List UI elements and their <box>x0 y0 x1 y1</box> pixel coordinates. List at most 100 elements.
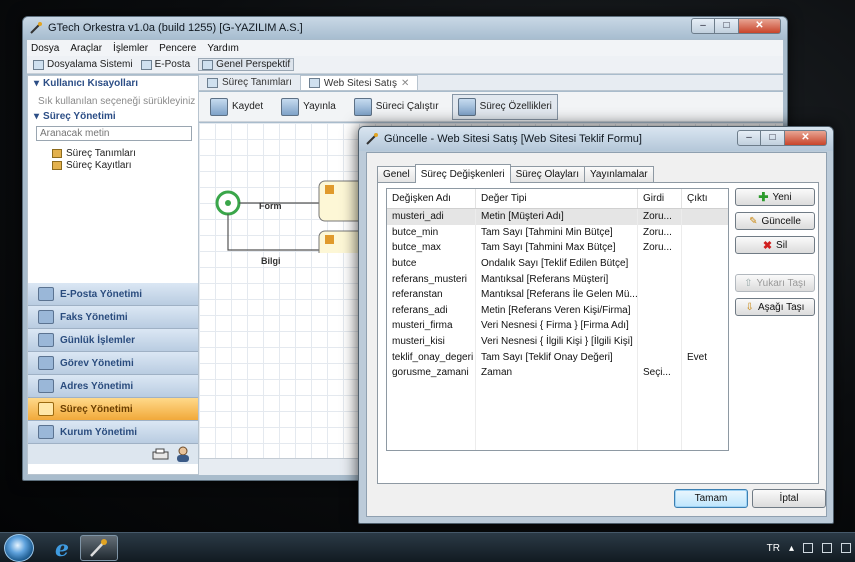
tab-process-variables[interactable]: Süreç Değişkenleri <box>414 164 511 183</box>
delete-button[interactable]: ✖ Sil <box>735 236 815 254</box>
minimize-button[interactable]: – <box>737 130 761 146</box>
process-variables-panel: Değişken Adı Değer Tipi Girdi Çıktı must… <box>377 182 819 484</box>
table-row[interactable]: referans_adi Metin [Referans Veren Kişi/F… <box>387 302 728 319</box>
volume-icon[interactable] <box>841 543 851 553</box>
cell-output <box>682 256 728 272</box>
cell-output <box>682 303 728 319</box>
nav-address[interactable]: Adres Yönetimi <box>28 375 198 398</box>
menu-islemler[interactable]: İşlemler <box>113 43 148 54</box>
new-button[interactable]: ✚ Yeni <box>735 188 815 206</box>
table-row[interactable]: musteri_kisi Veri Nesnesi { İlgili Kişi }… <box>387 333 728 350</box>
table-row[interactable]: butce_max Tam Sayı [Tahmini Max Bütçe] Zor… <box>387 240 728 256</box>
update-button[interactable]: ✎ Güncelle <box>735 212 815 230</box>
cell-input <box>638 286 682 303</box>
left-panel: ▾ Kullanıcı Kısayolları Sık kullanılan se… <box>27 75 199 475</box>
nav-label: Adres Yönetimi <box>60 380 134 392</box>
table-row[interactable]: butce_min Tam Sayı [Tahmini Min Bütçe] Zor… <box>387 224 728 241</box>
publish-button[interactable]: Yayınla <box>276 94 341 120</box>
users-shortcuts-header[interactable]: ▾ Kullanıcı Kısayolları <box>28 76 198 91</box>
nav-email[interactable]: E-Posta Yönetimi <box>28 283 198 306</box>
flag-icon[interactable] <box>803 543 813 553</box>
table-row[interactable]: teklif_onay_degeri Tam Sayı [Teklif Onay … <box>387 349 728 365</box>
users-shortcuts-title: Kullanıcı Kısayolları <box>43 78 139 89</box>
tree-item-label: Süreç Tanımları <box>66 147 136 159</box>
table-row[interactable]: musteri_firma Veri Nesnesi { Firma } [Fir… <box>387 318 728 334</box>
cancel-button[interactable]: İptal <box>752 489 826 508</box>
nav-daily[interactable]: Günlük İşlemler <box>28 329 198 352</box>
taskbar-orkestra-app[interactable] <box>80 535 118 561</box>
column-variable-name[interactable]: Değişken Adı <box>387 189 476 208</box>
flow-info[interactable] <box>227 214 319 251</box>
tree-item-label: Süreç Kayıtları <box>66 159 132 171</box>
nav-fax[interactable]: Faks Yönetimi <box>28 306 198 329</box>
minimize-button[interactable]: – <box>691 18 715 34</box>
start-button[interactable] <box>4 534 34 562</box>
cell-variable-name: butce <box>387 255 476 272</box>
tab-process-definitions[interactable]: Süreç Tanımları <box>199 75 300 90</box>
maximize-button[interactable]: □ <box>715 18 739 34</box>
network-icon[interactable] <box>822 543 832 553</box>
toolbar-general-perspective[interactable]: Genel Perspektif <box>198 58 295 71</box>
show-hidden-icons-icon[interactable]: ▴ <box>789 543 794 554</box>
toolbar-email[interactable]: E-Posta <box>140 59 190 70</box>
user-task-icon <box>325 185 334 194</box>
ok-button[interactable]: Tamam <box>674 489 748 508</box>
menu-bar: Dosya Araçlar İşlemler Pencere Yardım <box>27 40 783 56</box>
table-row[interactable]: musteri_adi Metin [Müşteri Adı] Zoru... <box>387 209 728 225</box>
delete-button-label: Sil <box>776 239 788 251</box>
maximize-button[interactable]: □ <box>761 130 785 146</box>
toolbar-file-system[interactable]: Dosyalama Sistemi <box>33 59 133 70</box>
table-row[interactable]: butce Ondalık Sayı [Teklif Edilen Bütçe] <box>387 255 728 272</box>
cell-output: Evet <box>687 351 708 363</box>
nav-organization[interactable]: Kurum Yönetimi <box>28 421 198 444</box>
nav-tasks[interactable]: Görev Yönetimi <box>28 352 198 375</box>
users-shortcuts-hint: Sık kullanılan seçeneği sürükleyiniz <box>38 96 196 107</box>
cell-input <box>638 302 682 319</box>
move-down-button[interactable]: ⇩ Aşağı Taşı <box>735 298 815 316</box>
language-indicator[interactable]: TR <box>767 543 780 554</box>
arrow-up-icon: ⇧ <box>744 277 753 289</box>
menu-pencere[interactable]: Pencere <box>159 43 196 54</box>
close-button[interactable]: ✕ <box>785 130 827 146</box>
tree-item-process-definitions[interactable]: Süreç Tanımları <box>28 147 198 159</box>
cell-variable-name: referanstan <box>387 286 476 303</box>
taskbar: e TR ▴ <box>0 532 855 562</box>
cell-input: Seçi... <box>638 364 682 381</box>
nav-process[interactable]: Süreç Yönetimi <box>28 398 198 421</box>
tab-publications[interactable]: Yayınlamalar <box>583 166 654 182</box>
configure-icon[interactable] <box>152 447 170 461</box>
cell-value-type: Tam Sayı [Teklif Onay Değeri] <box>476 349 638 365</box>
process-management-header[interactable]: ▾ Süreç Yönetimi <box>28 109 198 124</box>
process-records-icon <box>52 160 62 170</box>
close-tab-icon[interactable]: ✕ <box>401 78 409 89</box>
move-up-button[interactable]: ⇧ Yukarı Taşı <box>735 274 815 292</box>
column-input[interactable]: Girdi <box>638 189 682 208</box>
flow-label-form: Form <box>259 201 282 211</box>
tree-item-process-records[interactable]: Süreç Kayıtları <box>28 159 198 171</box>
table-row[interactable]: gorusme_zamani Zaman Seçi... <box>387 364 728 381</box>
column-output[interactable]: Çıktı <box>682 189 728 208</box>
menu-dosya[interactable]: Dosya <box>31 43 59 54</box>
internet-explorer-icon[interactable]: e <box>46 536 78 562</box>
publish-icon <box>281 97 300 116</box>
cell-output <box>682 365 728 381</box>
tab-web-site-sales[interactable]: Web Sitesi Satış ✕ <box>299 75 419 90</box>
search-input[interactable] <box>36 126 192 141</box>
tab-process-events[interactable]: Süreç Olayları <box>509 166 585 182</box>
menu-yardim[interactable]: Yardım <box>207 43 239 54</box>
table-body: musteri_adi Metin [Müşteri Adı] Zoru... but… <box>387 209 728 381</box>
save-button[interactable]: Kaydet <box>205 94 268 120</box>
close-button[interactable]: ✕ <box>739 18 781 34</box>
table-row[interactable]: referans_musteri Mantıksal [Referans Müşt… <box>387 271 728 287</box>
user-icon[interactable] <box>176 446 190 462</box>
tab-general[interactable]: Genel <box>377 166 416 182</box>
table-row[interactable]: referanstan Mantıksal [Referans İle Gelen… <box>387 286 728 303</box>
run-process-button[interactable]: Süreci Çalıştır <box>349 94 444 120</box>
collapse-arrow-icon: ▾ <box>34 78 40 89</box>
cell-input <box>638 271 682 287</box>
process-properties-button[interactable]: Süreç Özellikleri <box>451 93 558 120</box>
column-value-type[interactable]: Değer Tipi <box>476 189 638 208</box>
process-definitions-icon <box>52 148 62 158</box>
menu-araclar[interactable]: Araçlar <box>70 43 102 54</box>
flow-label-info: Bilgi <box>261 256 281 266</box>
